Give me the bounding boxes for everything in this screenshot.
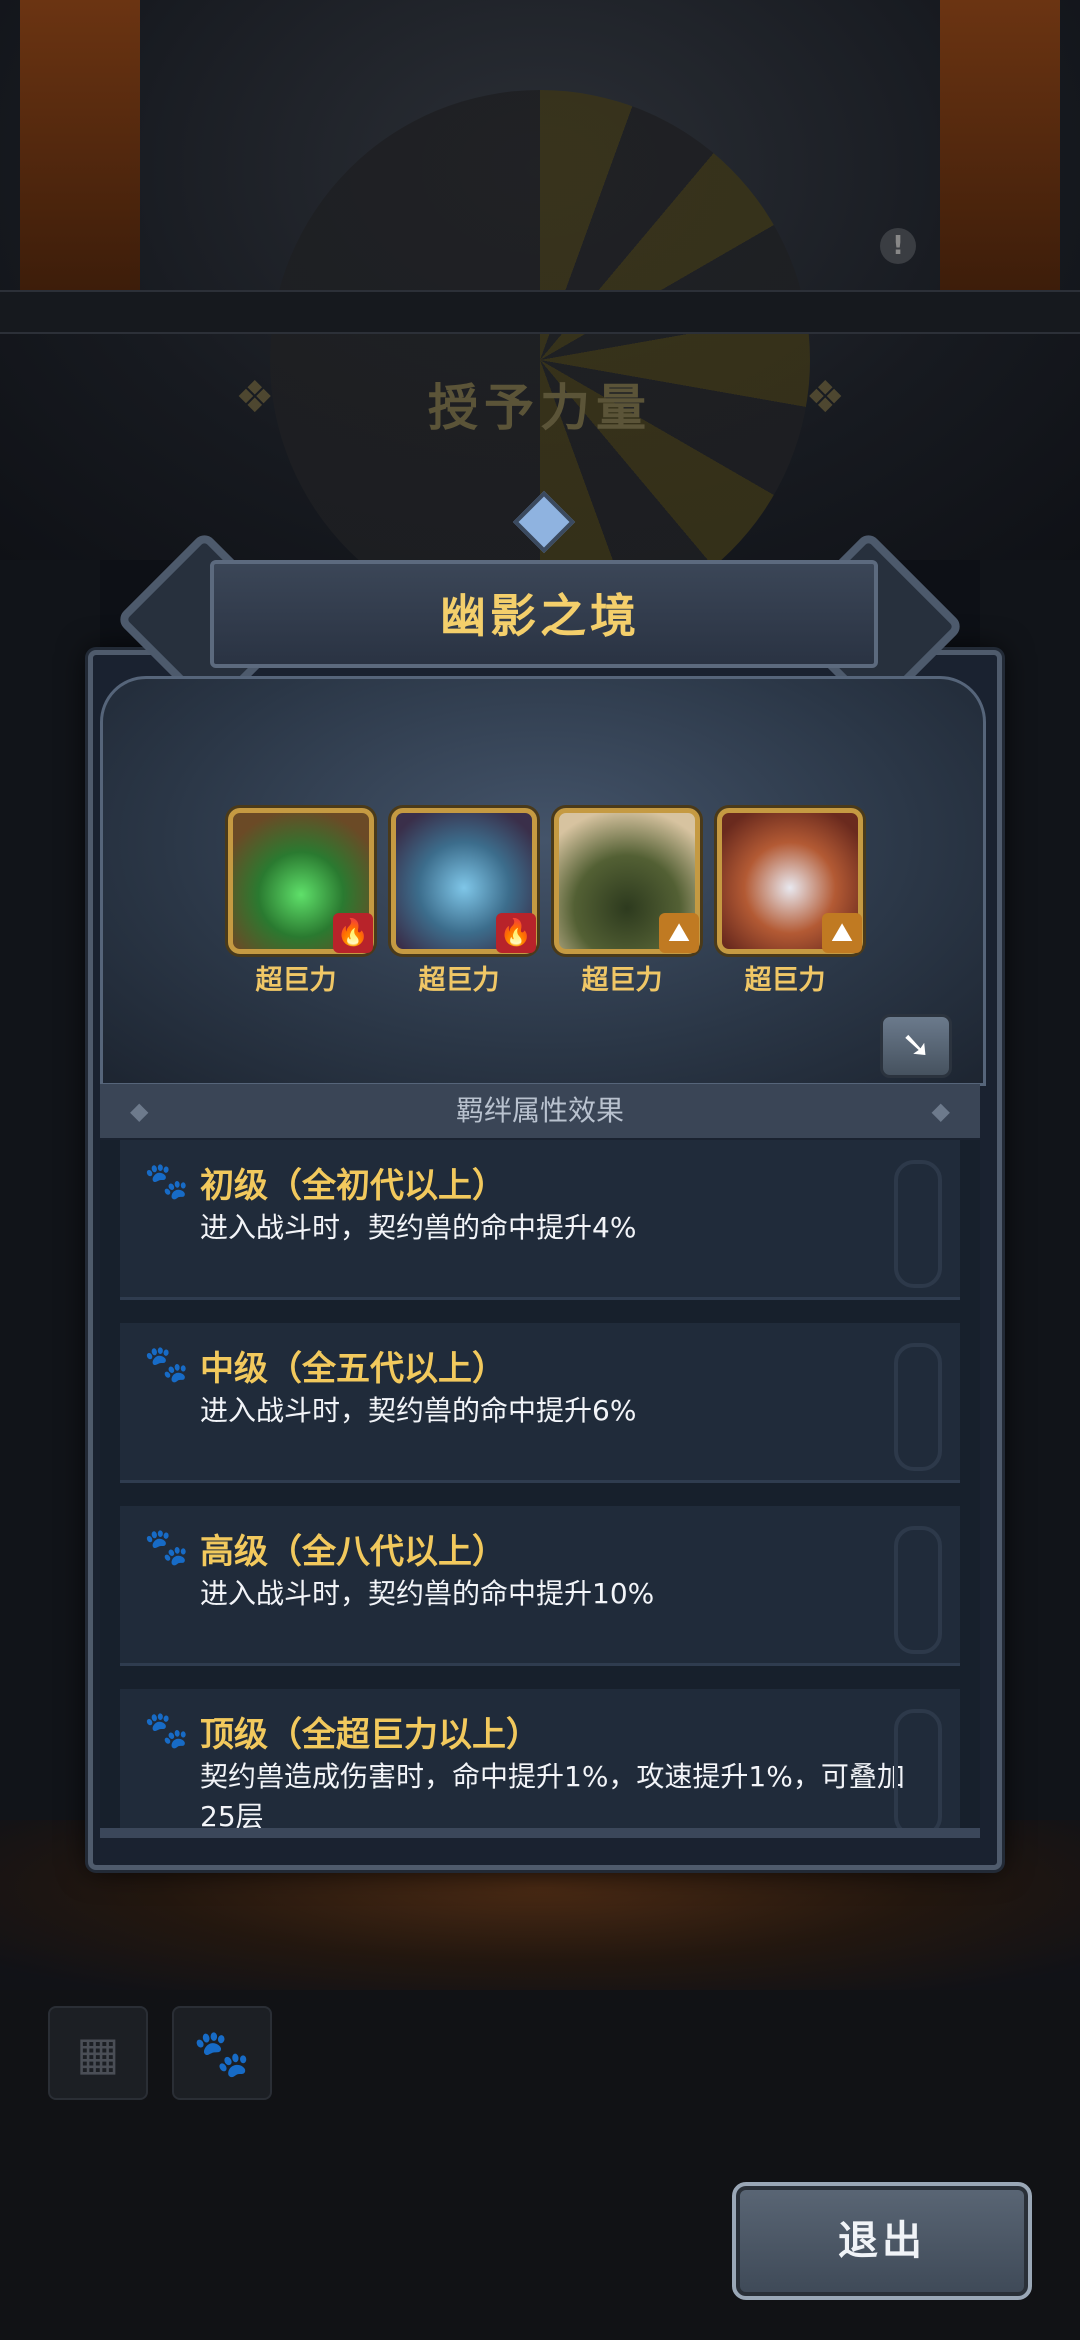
pet-card[interactable]: 🔥 bbox=[391, 808, 537, 954]
list-bottom-edge bbox=[100, 1828, 980, 1838]
effect-tier: 初级（全初代以上） bbox=[200, 1166, 506, 1206]
earth-element-icon: ⛰ bbox=[659, 913, 699, 953]
pet-tier-label: 超巨力 bbox=[255, 965, 337, 996]
paw-icon: 🐾 bbox=[144, 1161, 189, 1202]
card-ornament bbox=[894, 1526, 942, 1654]
expand-button[interactable]: ➘ bbox=[880, 1014, 952, 1078]
pet-card[interactable]: ⛰ bbox=[717, 808, 863, 954]
paw-icon: 🐾 bbox=[144, 1344, 189, 1385]
alert-icon: ! bbox=[880, 228, 916, 264]
paw-icon: 🐾 bbox=[144, 1710, 189, 1751]
pet-menu-button[interactable]: 🐾 bbox=[172, 2006, 272, 2100]
effects-list[interactable]: 🐾 初级（全初代以上） 进入战斗时，契约兽的命中提升4% 🐾 中级（全五代以上）… bbox=[100, 1140, 980, 1834]
fire-element-icon: 🔥 bbox=[496, 913, 536, 953]
effect-desc: 契约兽造成伤害时，命中提升1%，攻速提升1%，可叠加25层 bbox=[200, 1760, 905, 1833]
grid-menu-button[interactable]: ▦ bbox=[48, 2006, 148, 2100]
paw-icon: 🐾 bbox=[144, 1527, 189, 1568]
effect-tier: 高级（全八代以上） bbox=[200, 1532, 506, 1572]
paw-icon: 🐾 bbox=[193, 2026, 251, 2080]
ledge bbox=[0, 290, 1080, 334]
card-ornament bbox=[894, 1160, 942, 1288]
grid-icon: ▦ bbox=[76, 2026, 120, 2080]
card-ornament bbox=[894, 1343, 942, 1471]
card-ornament bbox=[894, 1709, 942, 1834]
effect-tier: 顶级（全超巨力以上） bbox=[200, 1715, 540, 1755]
effects-header-label: 羁绊属性效果 bbox=[455, 1094, 624, 1127]
banner-right bbox=[940, 0, 1060, 320]
effect-desc: 进入战斗时，契约兽的命中提升10% bbox=[200, 1577, 655, 1610]
pet-tier-label: 超巨力 bbox=[418, 965, 500, 996]
pet-card[interactable]: 🔥 bbox=[228, 808, 374, 954]
banner-left bbox=[20, 0, 140, 320]
effects-header: ◆ 羁绊属性效果 ◆ bbox=[100, 1084, 980, 1138]
effect-item: 🐾 顶级（全超巨力以上） 契约兽造成伤害时，命中提升1%，攻速提升1%，可叠加2… bbox=[120, 1689, 960, 1834]
diamond-deco-icon: ◆ bbox=[931, 1097, 950, 1125]
earth-element-icon: ⛰ bbox=[822, 913, 862, 953]
background-title: 授予力量 bbox=[428, 379, 652, 437]
exit-button[interactable]: 退出 bbox=[732, 2182, 1032, 2300]
pet-tier-label: 超巨力 bbox=[744, 965, 826, 996]
diamond-deco-icon: ◆ bbox=[130, 1097, 149, 1125]
effect-item: 🐾 高级（全八代以上） 进入战斗时，契约兽的命中提升10% bbox=[120, 1506, 960, 1666]
effect-tier: 中级（全五代以上） bbox=[200, 1349, 506, 1389]
panel-title: 幽影之境 bbox=[440, 589, 640, 643]
arrow-down-icon: ➘ bbox=[900, 1025, 932, 1066]
fire-element-icon: 🔥 bbox=[333, 913, 373, 953]
effect-desc: 进入战斗时，契约兽的命中提升4% bbox=[200, 1211, 637, 1244]
pet-tier-label: 超巨力 bbox=[581, 965, 663, 996]
effect-item: 🐾 中级（全五代以上） 进入战斗时，契约兽的命中提升6% bbox=[120, 1323, 960, 1483]
side-shadow-left bbox=[0, 560, 100, 1960]
effect-item: 🐾 初级（全初代以上） 进入战斗时，契约兽的命中提升4% bbox=[120, 1140, 960, 1300]
pet-card[interactable]: ⛰ bbox=[554, 808, 700, 954]
effect-desc: 进入战斗时，契约兽的命中提升6% bbox=[200, 1394, 637, 1427]
